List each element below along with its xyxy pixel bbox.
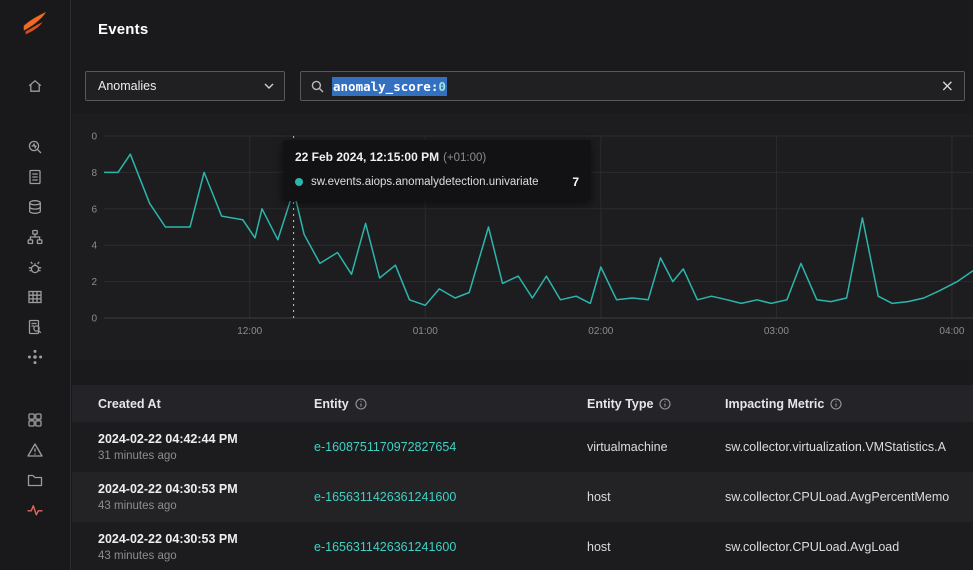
svg-text:04:00: 04:00 bbox=[939, 326, 964, 337]
relative-time: 43 minutes ago bbox=[98, 500, 314, 512]
entity-type: host bbox=[587, 490, 725, 504]
tooltip-series-name: sw.events.aiops.anomalydetection.univari… bbox=[311, 176, 539, 188]
entity-link[interactable]: e-1608751170972827654 bbox=[314, 440, 456, 454]
entity-link[interactable]: e-1656311426361241600 bbox=[314, 540, 456, 554]
impacting-metric: sw.collector.CPULoad.AvgLoad bbox=[725, 540, 973, 554]
svg-text:02:00: 02:00 bbox=[588, 326, 613, 337]
anomaly-chart-panel: 0 2 4 6 8 0 12:00 01:00 02:00 03:00 04:00 22 Feb 2… bbox=[72, 113, 973, 360]
table-row[interactable]: 2024-02-22 04:30:53 PM 43 minutes ago e-1… bbox=[72, 522, 973, 570]
filter-row: Anomalies anomaly_score:0 × bbox=[85, 71, 965, 101]
search-chart-icon bbox=[26, 138, 44, 156]
sidebar-item-events[interactable] bbox=[26, 501, 44, 519]
folder-icon bbox=[26, 471, 44, 489]
chevron-down-icon bbox=[264, 83, 274, 89]
column-header-impacting-metric: Impacting Metric bbox=[725, 397, 973, 411]
info-icon[interactable] bbox=[830, 398, 842, 410]
sidebar-item-home[interactable] bbox=[26, 77, 44, 95]
svg-text:8: 8 bbox=[91, 168, 97, 179]
page-title: Events bbox=[98, 21, 148, 38]
series-dot-icon bbox=[295, 178, 303, 186]
info-icon[interactable] bbox=[659, 398, 671, 410]
search-query-text: anomaly_score:0 bbox=[332, 79, 447, 94]
document-lines-icon bbox=[26, 168, 44, 186]
sidebar-item-entities[interactable] bbox=[26, 288, 44, 306]
bug-icon bbox=[26, 258, 44, 276]
solarwinds-logo-icon[interactable] bbox=[20, 9, 50, 39]
sidebar bbox=[0, 0, 71, 570]
chart-tooltip: 22 Feb 2024, 12:15:00 PM(+01:00) sw.even… bbox=[283, 140, 591, 201]
tooltip-timezone: (+01:00) bbox=[443, 152, 486, 164]
table-row[interactable]: 2024-02-22 04:42:44 PM 31 minutes ago e-1… bbox=[72, 422, 973, 472]
sidebar-item-dashboards[interactable] bbox=[26, 411, 44, 429]
info-icon[interactable] bbox=[355, 398, 367, 410]
sidebar-item-explore[interactable] bbox=[26, 138, 44, 156]
home-icon bbox=[26, 77, 44, 95]
column-header-entity: Entity bbox=[314, 397, 587, 411]
sidebar-item-cluster[interactable] bbox=[26, 348, 44, 366]
entity-type: host bbox=[587, 540, 725, 554]
svg-text:0: 0 bbox=[91, 132, 97, 143]
svg-text:01:00: 01:00 bbox=[413, 326, 438, 337]
created-at: 2024-02-22 04:42:44 PM bbox=[98, 432, 314, 446]
pulse-activity-icon bbox=[26, 501, 44, 519]
main-content: Events Anomalies anomaly_score:0 × 0 2 4 6 8… bbox=[72, 0, 973, 570]
svg-text:2: 2 bbox=[91, 277, 97, 288]
impacting-metric: sw.collector.virtualization.VMStatistics… bbox=[725, 440, 973, 454]
svg-text:12:00: 12:00 bbox=[237, 326, 262, 337]
tooltip-series-value: 7 bbox=[558, 175, 579, 189]
table-grid-icon bbox=[26, 288, 44, 306]
relative-time: 31 minutes ago bbox=[98, 450, 314, 462]
event-type-dropdown-value: Anomalies bbox=[98, 79, 264, 93]
sidebar-item-databases[interactable] bbox=[26, 198, 44, 216]
sitemap-icon bbox=[26, 228, 44, 246]
events-table: Created At Entity Entity Type Impacting … bbox=[72, 385, 973, 570]
svg-text:4: 4 bbox=[91, 241, 97, 252]
sidebar-item-alerts[interactable] bbox=[26, 441, 44, 459]
sidebar-item-apm[interactable] bbox=[26, 258, 44, 276]
search-icon bbox=[311, 80, 324, 93]
event-type-dropdown[interactable]: Anomalies bbox=[85, 71, 285, 101]
sidebar-item-log-search[interactable] bbox=[26, 318, 44, 336]
sidebar-item-logs[interactable] bbox=[26, 168, 44, 186]
created-at: 2024-02-22 04:30:53 PM bbox=[98, 482, 314, 496]
cluster-dots-icon bbox=[26, 348, 44, 366]
database-icon bbox=[26, 198, 44, 216]
search-input[interactable]: anomaly_score:0 × bbox=[300, 71, 965, 101]
svg-text:0: 0 bbox=[91, 314, 97, 325]
entity-link[interactable]: e-1656311426361241600 bbox=[314, 490, 456, 504]
svg-text:03:00: 03:00 bbox=[764, 326, 789, 337]
impacting-metric: sw.collector.CPULoad.AvgPercentMemo bbox=[725, 490, 973, 504]
entity-type: virtualmachine bbox=[587, 440, 725, 454]
svg-text:6: 6 bbox=[91, 204, 97, 215]
created-at: 2024-02-22 04:30:53 PM bbox=[98, 532, 314, 546]
relative-time: 43 minutes ago bbox=[98, 550, 314, 562]
sidebar-item-projects[interactable] bbox=[26, 471, 44, 489]
alert-triangle-icon bbox=[26, 441, 44, 459]
sidebar-item-network[interactable] bbox=[26, 228, 44, 246]
tooltip-timestamp: 22 Feb 2024, 12:15:00 PM(+01:00) bbox=[295, 150, 579, 164]
table-header-row: Created At Entity Entity Type Impacting … bbox=[72, 385, 973, 422]
table-row[interactable]: 2024-02-22 04:30:53 PM 43 minutes ago e-1… bbox=[72, 472, 973, 522]
document-search-icon bbox=[26, 318, 44, 336]
column-header-created-at: Created At bbox=[98, 397, 314, 411]
dashboard-tiles-icon bbox=[26, 411, 44, 429]
column-header-entity-type: Entity Type bbox=[587, 397, 725, 411]
clear-search-icon[interactable]: × bbox=[941, 78, 954, 94]
